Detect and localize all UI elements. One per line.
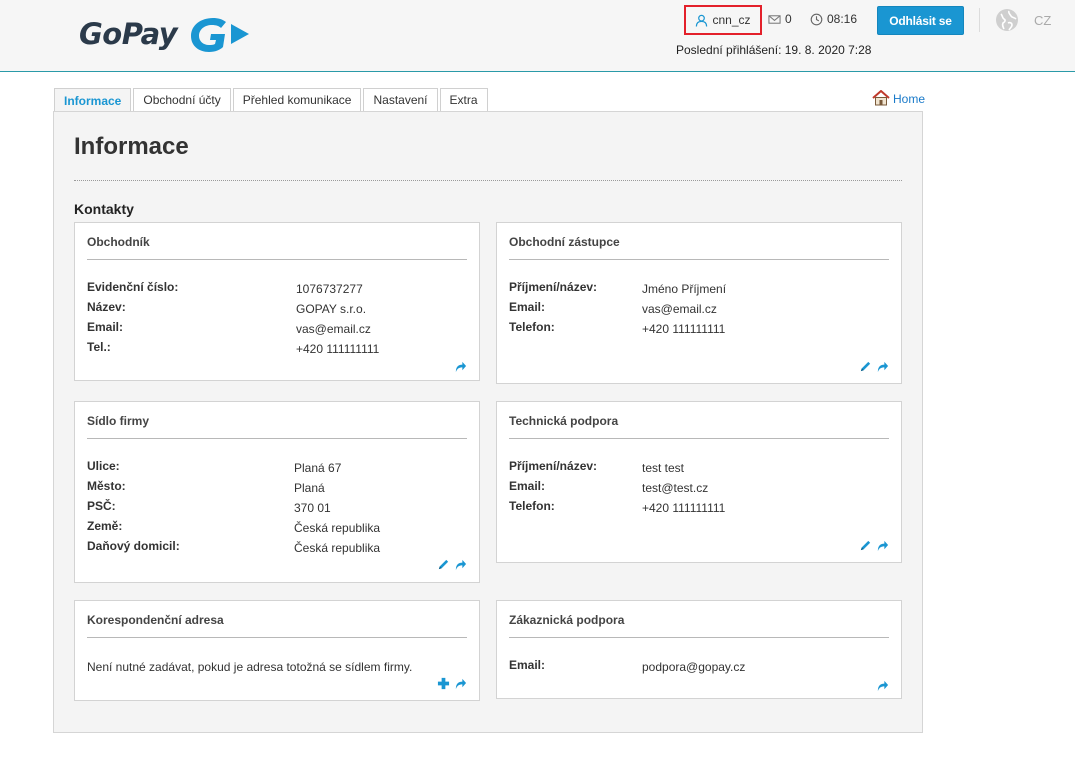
field-value: Česká republika bbox=[294, 521, 381, 535]
globe-icon[interactable] bbox=[995, 8, 1019, 32]
language-selector[interactable]: CZ bbox=[1034, 13, 1051, 28]
field-value: Planá bbox=[294, 481, 325, 495]
add-plus-icon[interactable] bbox=[437, 677, 450, 690]
card-title: Sídlo firmy bbox=[87, 414, 150, 428]
username: cnn_cz bbox=[712, 13, 751, 27]
field-label: Název: bbox=[87, 300, 126, 314]
share-arrow-icon[interactable] bbox=[454, 558, 467, 571]
field-label: Telefon: bbox=[509, 499, 555, 513]
edit-pencil-icon[interactable] bbox=[859, 539, 872, 552]
field-label: PSČ: bbox=[87, 499, 116, 513]
card-title: Obchodník bbox=[87, 235, 150, 249]
field-value: GOPAY s.r.o. bbox=[296, 302, 367, 316]
share-arrow-icon[interactable] bbox=[876, 679, 889, 692]
session-time: 08:16 bbox=[827, 12, 858, 26]
field-value: test test bbox=[642, 461, 685, 475]
section-title-contacts: Kontakty bbox=[74, 201, 134, 217]
edit-pencil-icon[interactable] bbox=[859, 360, 872, 373]
field-label: Příjmení/název: bbox=[509, 280, 598, 294]
field-value: +420 111111111 bbox=[296, 342, 380, 356]
field-label: Email: bbox=[87, 320, 124, 334]
card-actions bbox=[437, 558, 467, 571]
card-actions bbox=[859, 360, 889, 373]
user-account-box[interactable]: cnn_cz bbox=[684, 5, 762, 35]
field-value: vas@email.cz bbox=[296, 322, 371, 336]
gopay-logo-mark-icon bbox=[191, 18, 250, 52]
card-technical-support: Technická podpora Příjmení/název: test t… bbox=[496, 401, 902, 563]
tab-informace[interactable]: Informace bbox=[54, 88, 132, 113]
field-value: +420 111111111 bbox=[642, 322, 726, 336]
logout-button[interactable]: Odhlásit se bbox=[877, 6, 964, 35]
logo-text: GoPay bbox=[79, 17, 178, 51]
field-value: Jméno Příjmení bbox=[642, 282, 727, 296]
message-count: 0 bbox=[785, 12, 792, 26]
card-title: Obchodní zástupce bbox=[509, 235, 620, 249]
card-title: Korespondenční adresa bbox=[87, 613, 224, 627]
card-divider bbox=[87, 637, 467, 638]
home-link[interactable]: Home bbox=[872, 90, 925, 106]
field-label: Evidenční číslo: bbox=[87, 280, 179, 294]
main-tabs: Informace Obchodní účty Přehled komunika… bbox=[54, 88, 488, 113]
gopay-logo[interactable]: GoPay bbox=[79, 12, 251, 56]
share-arrow-icon[interactable] bbox=[454, 360, 467, 373]
field-value: 370 01 bbox=[294, 501, 331, 515]
share-arrow-icon[interactable] bbox=[876, 360, 889, 373]
field-value: Česká republika bbox=[294, 541, 381, 555]
title-divider bbox=[74, 180, 902, 181]
field-label: Země: bbox=[87, 519, 123, 533]
card-divider bbox=[509, 438, 889, 439]
field-label: Email: bbox=[509, 658, 546, 672]
card-correspondence-address: Korespondenční adresa Není nutné zadávat… bbox=[74, 600, 480, 701]
card-note: Není nutné zadávat, pokud je adresa toto… bbox=[87, 660, 413, 674]
card-actions bbox=[437, 677, 467, 690]
card-divider bbox=[87, 438, 467, 439]
card-company-seat: Sídlo firmy Ulice: Planá 67 Město: Planá… bbox=[74, 401, 480, 583]
card-representative: Obchodní zástupce Příjmení/název: Jméno … bbox=[496, 222, 902, 384]
envelope-icon bbox=[768, 14, 781, 24]
home-icon bbox=[872, 90, 890, 106]
messages-indicator[interactable]: 0 bbox=[768, 12, 792, 26]
card-customer-support: Zákaznická podpora Email: podpora@gopay.… bbox=[496, 600, 902, 699]
field-value: podpora@gopay.cz bbox=[642, 660, 746, 674]
tab-obchodni-ucty[interactable]: Obchodní účty bbox=[133, 88, 231, 112]
field-value: Planá 67 bbox=[294, 461, 342, 475]
session-timer: 08:16 bbox=[810, 12, 857, 26]
field-value: +420 111111111 bbox=[642, 501, 726, 515]
field-label: Ulice: bbox=[87, 459, 120, 473]
card-divider bbox=[87, 259, 467, 260]
field-value: vas@email.cz bbox=[642, 302, 717, 316]
card-divider bbox=[509, 259, 889, 260]
field-label: Telefon: bbox=[509, 320, 555, 334]
share-arrow-icon[interactable] bbox=[876, 539, 889, 552]
field-label: Email: bbox=[509, 479, 546, 493]
tab-nastaveni[interactable]: Nastavení bbox=[363, 88, 438, 112]
card-title: Zákaznická podpora bbox=[509, 613, 625, 627]
tab-extra[interactable]: Extra bbox=[439, 88, 488, 112]
card-merchant: Obchodník Evidenční číslo: 1076737277 Ná… bbox=[74, 222, 480, 381]
share-arrow-icon[interactable] bbox=[454, 677, 467, 690]
field-value: 1076737277 bbox=[296, 282, 363, 296]
field-label: Daňový domicil: bbox=[87, 539, 180, 553]
home-label: Home bbox=[893, 92, 926, 106]
card-title: Technická podpora bbox=[509, 414, 619, 428]
top-header: GoPay cnn_cz 0 08:16 Odhlásit se CZ Posl bbox=[0, 0, 1075, 72]
header-divider bbox=[979, 8, 980, 32]
field-label: Email: bbox=[509, 300, 546, 314]
field-value: test@test.cz bbox=[642, 481, 709, 495]
card-actions bbox=[876, 679, 889, 692]
field-label: Příjmení/název: bbox=[509, 459, 598, 473]
page-title: Informace bbox=[74, 133, 189, 160]
card-actions bbox=[454, 360, 467, 373]
field-label: Tel.: bbox=[87, 340, 111, 354]
card-actions bbox=[859, 539, 889, 552]
tab-prehled-komunikace[interactable]: Přehled komunikace bbox=[232, 88, 362, 112]
field-label: Město: bbox=[87, 479, 126, 493]
edit-pencil-icon[interactable] bbox=[437, 558, 450, 571]
card-divider bbox=[509, 637, 889, 638]
last-login-info: Poslední přihlášení: 19. 8. 2020 7:28 bbox=[676, 43, 872, 57]
user-icon bbox=[696, 14, 708, 27]
content-panel: Informace Kontakty Obchodník Evidenční č… bbox=[53, 111, 923, 733]
clock-icon bbox=[810, 13, 823, 25]
